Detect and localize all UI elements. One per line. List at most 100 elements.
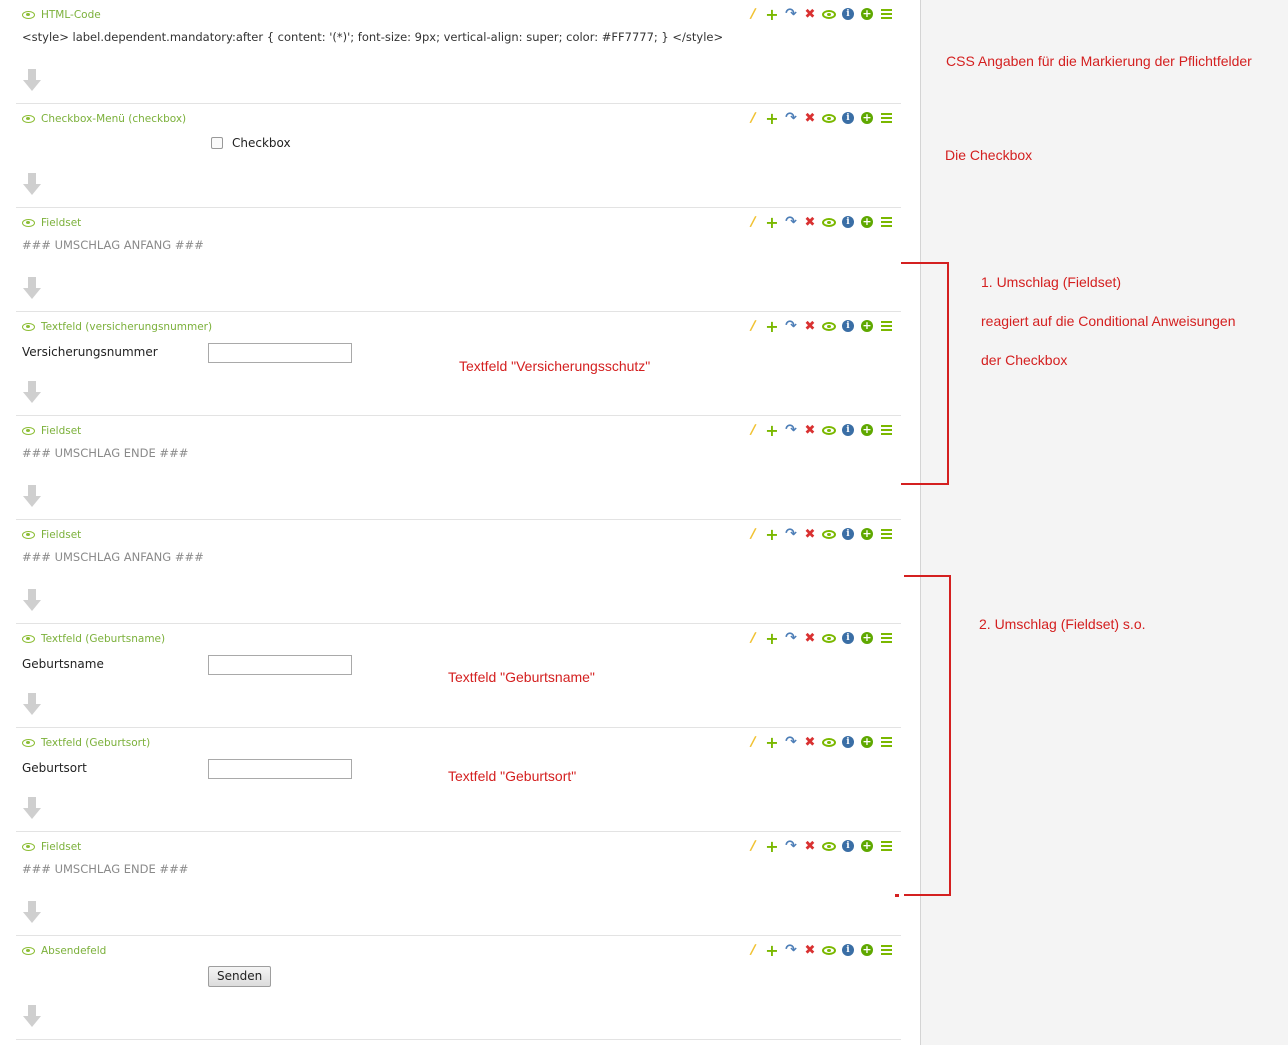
checkbox-input[interactable] (211, 137, 223, 149)
visibility-icon[interactable] (822, 217, 836, 227)
menu-icon[interactable] (880, 9, 892, 19)
visibility-icon[interactable] (822, 945, 836, 955)
delete-icon[interactable]: ✖ (803, 423, 817, 438)
add-icon[interactable]: + (765, 525, 779, 544)
move-icon[interactable]: ↷ (784, 942, 798, 958)
add-icon[interactable]: + (765, 213, 779, 232)
move-icon[interactable]: ↷ (784, 110, 798, 126)
insert-icon[interactable]: + (861, 112, 873, 124)
info-icon[interactable]: i (842, 736, 854, 748)
visibility-icon[interactable] (822, 9, 836, 19)
pencil-icon[interactable]: / (745, 318, 761, 335)
form-element-fieldset-end[interactable]: Fieldset / + ↷ ✖ i + ### UMSCHLAG ENDE #… (16, 832, 901, 936)
add-icon[interactable]: + (765, 317, 779, 336)
versicherungsnummer-input[interactable] (208, 343, 352, 363)
info-icon[interactable]: i (842, 944, 854, 956)
element-header: Fieldset (22, 424, 81, 438)
info-icon[interactable]: i (842, 216, 854, 228)
visibility-icon[interactable] (822, 425, 836, 435)
move-icon[interactable]: ↷ (784, 318, 798, 334)
visibility-icon[interactable] (822, 737, 836, 747)
pencil-icon[interactable]: / (745, 942, 761, 959)
info-icon[interactable]: i (842, 840, 854, 852)
form-element-html-code[interactable]: HTML-Code / + ↷ ✖ i + <style> label.depe… (16, 0, 901, 104)
move-icon[interactable]: ↷ (784, 422, 798, 438)
pencil-icon[interactable]: / (745, 838, 761, 855)
element-type-label: Absendefeld (41, 945, 107, 957)
visibility-icon[interactable] (822, 529, 836, 539)
info-icon[interactable]: i (842, 320, 854, 332)
element-toolbar: / + ↷ ✖ i + (745, 525, 893, 544)
menu-icon[interactable] (880, 425, 892, 435)
menu-icon[interactable] (880, 945, 892, 955)
insert-icon[interactable]: + (861, 8, 873, 20)
info-icon[interactable]: i (842, 528, 854, 540)
add-icon[interactable]: + (765, 5, 779, 24)
delete-icon[interactable]: ✖ (803, 631, 817, 646)
menu-icon[interactable] (880, 841, 892, 851)
insert-icon[interactable]: + (861, 424, 873, 436)
info-icon[interactable]: i (842, 632, 854, 644)
menu-icon[interactable] (880, 633, 892, 643)
delete-icon[interactable]: ✖ (803, 111, 817, 126)
delete-icon[interactable]: ✖ (803, 839, 817, 854)
arrow-down-icon (23, 901, 41, 923)
add-icon[interactable]: + (765, 109, 779, 128)
pencil-icon[interactable]: / (745, 110, 761, 127)
add-icon[interactable]: + (765, 837, 779, 856)
add-icon[interactable]: + (765, 733, 779, 752)
pencil-icon[interactable]: / (745, 734, 761, 751)
insert-icon[interactable]: + (861, 736, 873, 748)
add-icon[interactable]: + (765, 941, 779, 960)
move-icon[interactable]: ↷ (784, 630, 798, 646)
menu-icon[interactable] (880, 113, 892, 123)
pencil-icon[interactable]: / (745, 214, 761, 231)
delete-icon[interactable]: ✖ (803, 943, 817, 958)
insert-icon[interactable]: + (861, 944, 873, 956)
visibility-icon[interactable] (822, 633, 836, 643)
move-icon[interactable]: ↷ (784, 6, 798, 22)
visibility-icon[interactable] (822, 113, 836, 123)
delete-icon[interactable]: ✖ (803, 319, 817, 334)
send-button[interactable]: Senden (208, 966, 272, 987)
info-icon[interactable]: i (842, 112, 854, 124)
menu-icon[interactable] (880, 321, 892, 331)
menu-icon[interactable] (880, 529, 892, 539)
delete-icon[interactable]: ✖ (803, 215, 817, 230)
insert-icon[interactable]: + (861, 320, 873, 332)
form-element-fieldset-end[interactable]: Fieldset / + ↷ ✖ i + ### UMSCHLAG ENDE #… (16, 416, 901, 520)
arrow-down-icon (23, 693, 41, 715)
form-element-checkbox[interactable]: Checkbox-Menü (checkbox) / + ↷ ✖ i + Che… (16, 104, 901, 208)
visibility-icon[interactable] (822, 841, 836, 851)
info-icon[interactable]: i (842, 8, 854, 20)
pencil-icon[interactable]: / (745, 526, 761, 543)
delete-icon[interactable]: ✖ (803, 7, 817, 22)
form-element-submit[interactable]: Absendefeld / + ↷ ✖ i + Senden (16, 936, 901, 1040)
pencil-icon[interactable]: / (745, 422, 761, 439)
geburtsort-input[interactable] (208, 759, 352, 779)
delete-icon[interactable]: ✖ (803, 735, 817, 750)
move-icon[interactable]: ↷ (784, 526, 798, 542)
move-icon[interactable]: ↷ (784, 734, 798, 750)
delete-icon[interactable]: ✖ (803, 527, 817, 542)
info-icon[interactable]: i (842, 424, 854, 436)
eye-icon (22, 947, 35, 955)
menu-icon[interactable] (880, 737, 892, 747)
insert-icon[interactable]: + (861, 528, 873, 540)
arrow-down-icon (23, 1005, 41, 1027)
insert-icon[interactable]: + (861, 216, 873, 228)
move-icon[interactable]: ↷ (784, 214, 798, 230)
form-element-fieldset-start[interactable]: Fieldset / + ↷ ✖ i + ### UMSCHLAG ANFANG… (16, 208, 901, 312)
element-type-label: Fieldset (41, 425, 82, 437)
visibility-icon[interactable] (822, 321, 836, 331)
pencil-icon[interactable]: / (745, 6, 761, 23)
move-icon[interactable]: ↷ (784, 838, 798, 854)
menu-icon[interactable] (880, 217, 892, 227)
add-icon[interactable]: + (765, 629, 779, 648)
insert-icon[interactable]: + (861, 840, 873, 852)
add-icon[interactable]: + (765, 421, 779, 440)
form-element-fieldset-start[interactable]: Fieldset / + ↷ ✖ i + ### UMSCHLAG ANFANG… (16, 520, 901, 624)
pencil-icon[interactable]: / (745, 630, 761, 647)
geburtsname-input[interactable] (208, 655, 352, 675)
insert-icon[interactable]: + (861, 632, 873, 644)
